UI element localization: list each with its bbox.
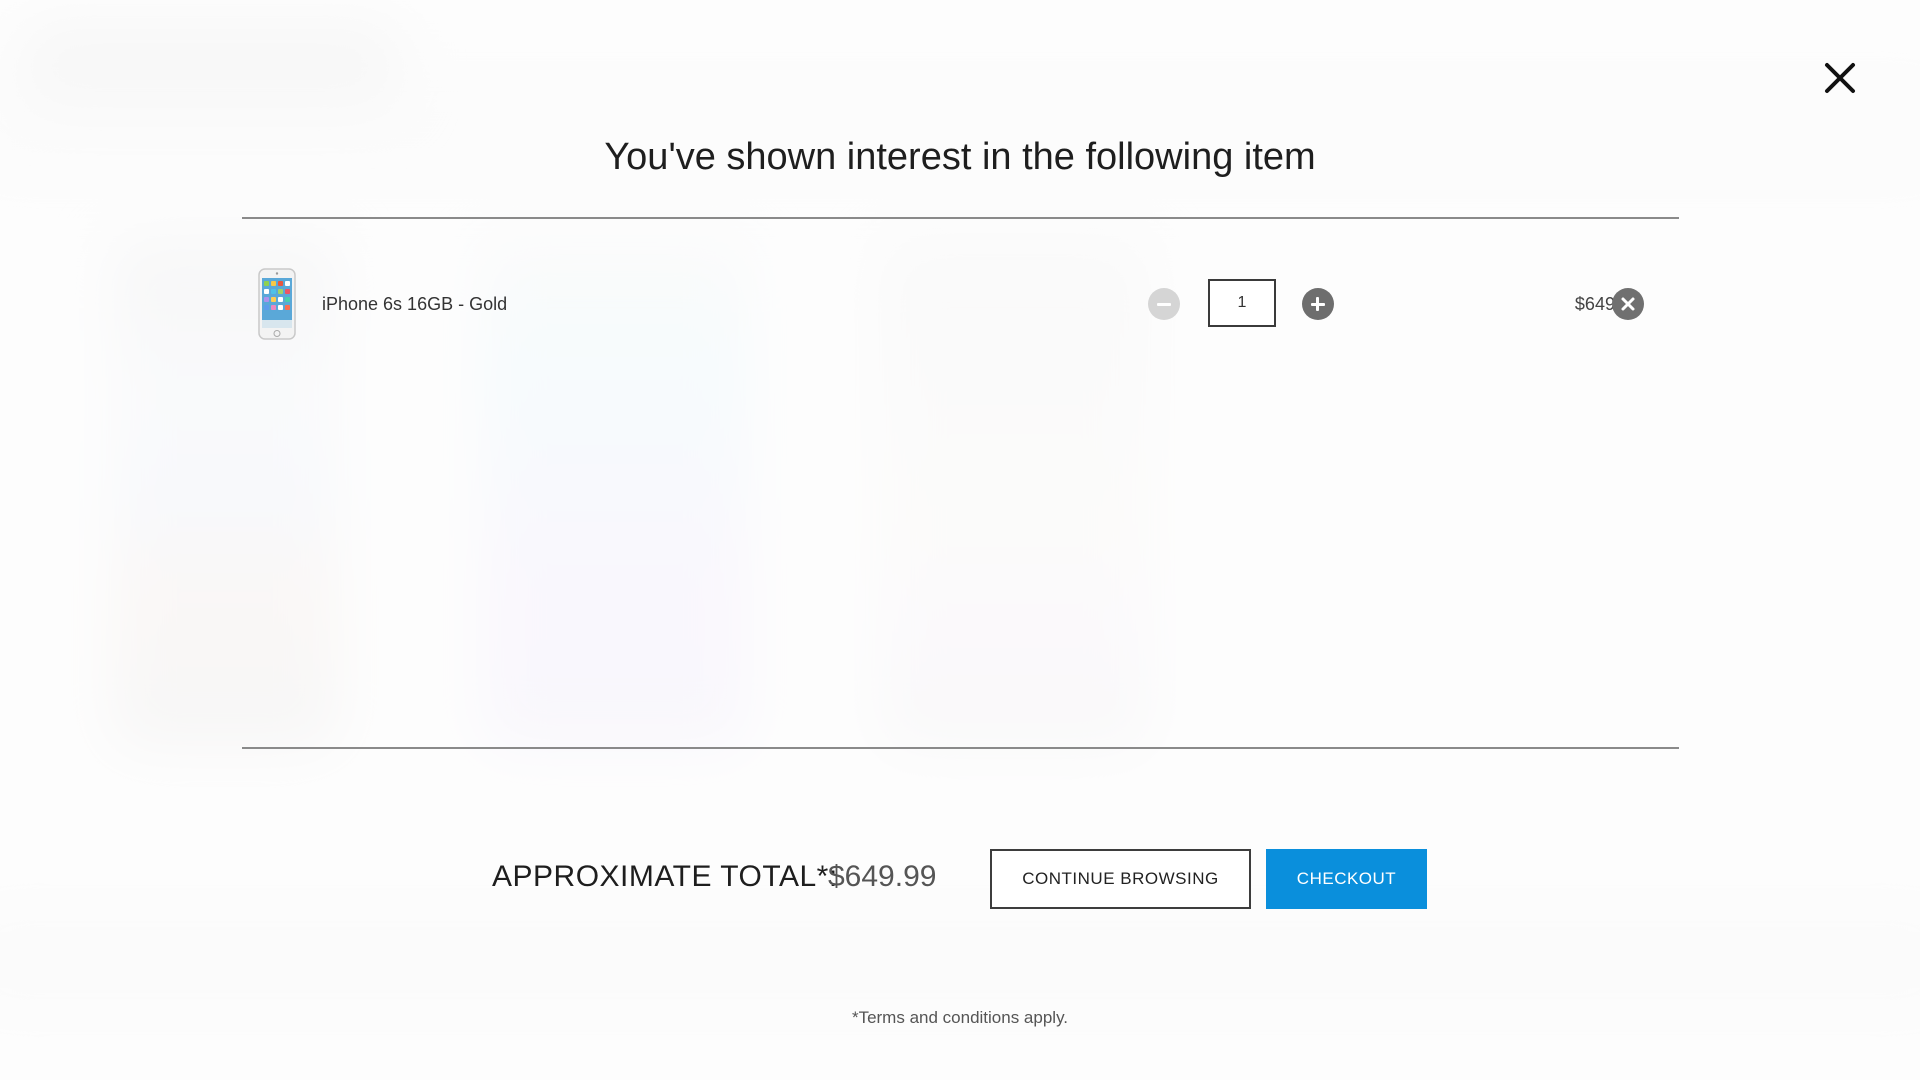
remove-item-button[interactable] xyxy=(1612,288,1644,320)
quantity-input[interactable] xyxy=(1208,279,1276,327)
top-divider xyxy=(242,217,1679,219)
checkout-button[interactable]: CHECKOUT xyxy=(1266,849,1427,909)
approximate-total-amount: $649.99 xyxy=(828,860,937,893)
approximate-total-label: APPROXIMATE TOTAL*: xyxy=(492,860,838,894)
bottom-divider xyxy=(242,747,1679,749)
terms-note: *Terms and conditions apply. xyxy=(851,1008,1069,1027)
cart-item-row: iPhone 6s 16GB - Gold $649.99 xyxy=(242,262,1679,348)
continue-browsing-button[interactable]: CONTINUE BROWSING xyxy=(990,849,1251,909)
modal-title: You've shown interest in the following i… xyxy=(604,136,1316,178)
phone-thumbnail-icon xyxy=(258,268,296,340)
close-button[interactable] xyxy=(1818,56,1862,100)
remove-circle-icon xyxy=(1621,297,1635,311)
cart-interest-modal: You've shown interest in the following i… xyxy=(0,0,1920,1080)
minus-circle-icon[interactable] xyxy=(1148,288,1180,320)
product-name: iPhone 6s 16GB - Gold xyxy=(322,294,508,314)
plus-circle-icon[interactable] xyxy=(1302,288,1334,320)
close-icon xyxy=(1825,63,1855,93)
total-label-text: APPROXIMATE TOTAL*: xyxy=(492,860,838,893)
